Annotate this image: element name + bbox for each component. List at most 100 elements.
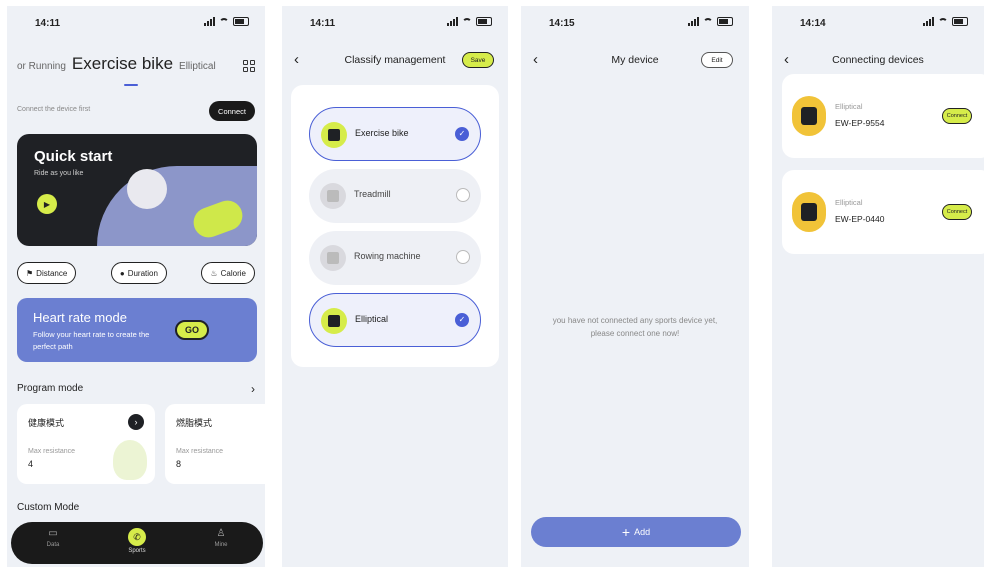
flame-icon: ♨ — [210, 268, 218, 278]
edit-button[interactable]: Edit — [701, 52, 733, 68]
status-icons — [204, 17, 249, 26]
active-tab-indicator — [124, 84, 138, 86]
cyclist-illustration — [127, 169, 167, 209]
status-bar: 14:15 — [521, 16, 749, 32]
category-label: Exercise bike — [355, 128, 409, 138]
classify-management-screen: 14:11 ‹ Classify management Save Exercis… — [282, 6, 508, 567]
nav-sports[interactable]: ✆ Sports — [107, 528, 167, 554]
tab-elliptical[interactable]: Elliptical — [179, 61, 216, 72]
program-mode-title: Program mode — [17, 383, 84, 394]
connecting-devices-screen: 14:14 ‹ Connecting devices Elliptical EW… — [772, 6, 984, 567]
save-button[interactable]: Save — [462, 52, 494, 68]
signal-icon — [688, 17, 699, 26]
nav-data[interactable]: ▭ Data — [23, 528, 83, 548]
category-label: Rowing machine — [354, 251, 421, 261]
nav-label: Sports — [128, 548, 146, 554]
signal-icon — [447, 17, 458, 26]
plus-icon: + — [621, 524, 631, 540]
unchecked-icon[interactable] — [456, 250, 470, 264]
grid-menu-icon[interactable] — [243, 60, 255, 72]
custom-mode-header: Custom Mode — [17, 502, 80, 513]
chip-distance[interactable]: ⚑ Distance — [17, 262, 77, 284]
timer-icon: ● — [119, 268, 125, 278]
checked-icon[interactable]: ✓ — [455, 313, 469, 327]
device-card[interactable]: Elliptical EW-EP-0440 Connect — [782, 170, 984, 254]
program-title: 健康模式 — [28, 418, 65, 428]
status-time: 14:11 — [35, 18, 61, 29]
category-rowing-machine[interactable]: Rowing machine — [309, 231, 481, 285]
connect-device-button[interactable]: Connect — [942, 108, 972, 124]
program-card[interactable]: 健康模式 › Max resistance 4 — [17, 404, 155, 484]
category-exercise-bike[interactable]: Exercise bike ✓ — [309, 107, 481, 161]
tab-exercise-bike[interactable]: Exercise bike — [72, 54, 173, 74]
add-label: Add — [634, 527, 651, 537]
chip-label: Distance — [36, 268, 68, 278]
wifi-icon — [703, 17, 713, 26]
bike-icon — [321, 122, 347, 148]
checked-icon[interactable]: ✓ — [455, 127, 469, 141]
device-type: Elliptical — [835, 198, 863, 207]
heart-rate-title: Heart rate mode — [33, 310, 127, 325]
program-title: 燃脂模式 — [176, 418, 213, 428]
status-icons — [923, 17, 968, 26]
category-panel: Exercise bike ✓ Treadmill Rowing machine… — [291, 85, 499, 367]
unchecked-icon[interactable] — [456, 188, 470, 202]
program-mode-header[interactable]: Program mode › — [17, 382, 255, 396]
header: ‹ Connecting devices — [772, 50, 984, 70]
wifi-icon — [219, 17, 229, 26]
wifi-icon — [938, 17, 948, 26]
chevron-right-icon[interactable]: › — [251, 382, 255, 396]
status-bar: 14:14 — [772, 16, 984, 32]
connect-row: Connect the device first Connect — [17, 101, 255, 121]
treadmill-icon — [320, 183, 346, 209]
battery-icon — [476, 17, 492, 26]
add-device-button[interactable]: + Add — [531, 517, 741, 547]
chip-label: Calorie — [220, 268, 246, 278]
device-card[interactable]: Elliptical EW-EP-9554 Connect — [782, 74, 984, 158]
header: ‹ My device Edit — [521, 50, 749, 70]
goal-chips: ⚑ Distance ● Duration ♨ Calorie — [17, 262, 255, 284]
category-elliptical[interactable]: Elliptical ✓ — [309, 293, 481, 347]
heart-rate-subtitle: Follow your heart rate to create the per… — [33, 330, 150, 351]
device-type: Elliptical — [835, 102, 863, 111]
nav-mine[interactable]: ♙ Mine — [191, 528, 251, 548]
bottom-nav: ▭ Data ✆ Sports ♙ Mine — [11, 522, 263, 564]
chip-duration[interactable]: ● Duration — [110, 262, 167, 284]
play-icon[interactable]: ▶ — [37, 194, 57, 214]
status-icons — [688, 17, 733, 26]
category-label: Elliptical — [355, 314, 389, 324]
nav-label: Mine — [214, 542, 228, 548]
category-treadmill[interactable]: Treadmill — [309, 169, 481, 223]
go-button[interactable]: GO — [175, 320, 209, 340]
program-resistance-label: Max resistance — [28, 448, 76, 455]
status-bar: 14:11 — [7, 16, 265, 32]
wifi-icon — [462, 17, 472, 26]
battery-icon — [233, 17, 249, 26]
connect-button[interactable]: Connect — [209, 101, 255, 121]
category-label: Treadmill — [354, 189, 391, 199]
device-code: EW-EP-0440 — [835, 214, 885, 224]
sport-tabs: or Running Exercise bike Elliptical — [17, 54, 255, 78]
signal-icon — [204, 17, 215, 26]
heart-rate-card[interactable]: Heart rate mode Follow your heart rate t… — [17, 298, 257, 362]
connect-device-button[interactable]: Connect — [942, 204, 972, 220]
tab-running[interactable]: or Running — [17, 61, 66, 72]
program-resistance-label: Max resistance — [176, 448, 224, 455]
elliptical-icon — [321, 308, 347, 334]
chip-calorie[interactable]: ♨ Calorie — [201, 262, 255, 284]
flag-icon: ⚑ — [26, 268, 34, 278]
arrow-right-icon[interactable]: › — [128, 414, 144, 430]
connect-hint: Connect the device first — [17, 106, 91, 113]
battery-icon — [717, 17, 733, 26]
program-card[interactable]: 燃脂模式 Max resistance 8 — [165, 404, 265, 484]
person-icon: ♙ — [216, 528, 226, 539]
chip-label: Duration — [127, 268, 158, 278]
rowing-icon — [320, 245, 346, 271]
quick-start-card[interactable]: Quick start Ride as you like ▶ — [17, 134, 257, 246]
quick-start-subtitle: Ride as you like — [34, 170, 84, 177]
program-resistance-value: 4 — [28, 459, 34, 469]
exercise-home-screen: 14:11 or Running Exercise bike Elliptica… — [7, 6, 265, 567]
status-time: 14:11 — [310, 18, 336, 29]
elliptical-icon — [792, 192, 826, 232]
status-bar: 14:11 — [282, 16, 508, 32]
